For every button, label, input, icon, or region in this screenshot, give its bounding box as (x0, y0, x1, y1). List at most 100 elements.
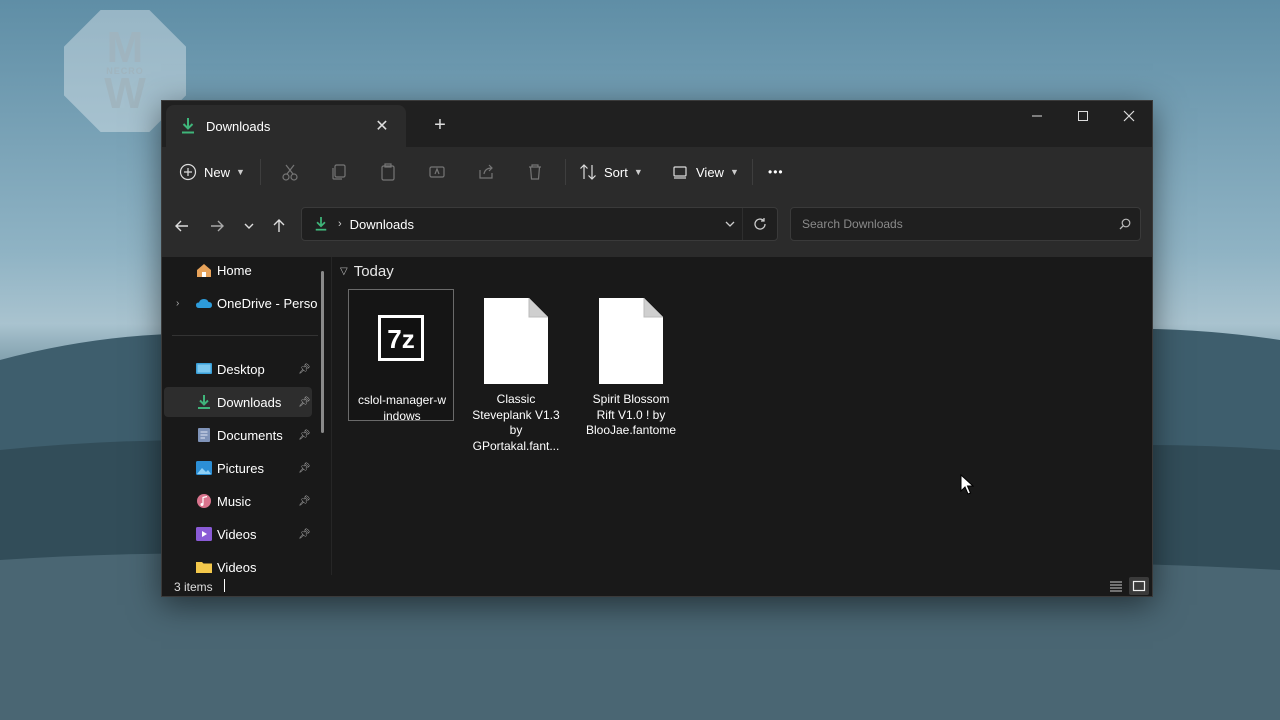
sort-icon (580, 164, 596, 180)
sidebar-item-downloads[interactable]: Downloads 📌︎ (164, 387, 312, 417)
trash-icon (529, 164, 541, 180)
minimize-button[interactable] (1014, 101, 1060, 131)
close-window-button[interactable] (1106, 101, 1152, 131)
desktop-icon (196, 363, 212, 374)
pin-icon[interactable]: 📌︎ (298, 397, 311, 408)
address-bar[interactable]: › Downloads (301, 207, 778, 241)
tab-label: Downloads (206, 118, 271, 134)
sidebar-scrollbar[interactable] (321, 271, 324, 433)
mouse-cursor-icon (960, 474, 974, 495)
folder-icon (196, 562, 212, 573)
7z-archive-icon: 7z (361, 298, 441, 378)
documents-icon (198, 428, 210, 442)
file-item-spirit-blossom-rift[interactable]: Spirit Blossom Rift V1.0 ! by BlooJae.fant… (578, 289, 684, 437)
navigation-bar: › Downloads (162, 197, 1152, 257)
breadcrumb-downloads[interactable]: Downloads (350, 217, 718, 232)
svg-text:7z: 7z (387, 324, 414, 354)
breadcrumb-separator-icon[interactable]: › (338, 218, 342, 230)
pin-icon[interactable]: 📌︎ (298, 430, 311, 441)
music-icon (197, 494, 211, 508)
chevron-down-icon: ▼ (236, 167, 245, 177)
minimize-icon (1032, 115, 1042, 117)
recent-locations-button[interactable] (234, 211, 264, 241)
chevron-right-icon[interactable]: › (176, 298, 179, 309)
details-view-icon (1110, 581, 1122, 592)
title-bar: Downloads ✕ + (162, 101, 1152, 147)
search-icon[interactable] (1110, 218, 1140, 230)
share-button[interactable] (470, 156, 502, 188)
arrow-up-icon (273, 219, 285, 232)
new-button[interactable]: New ▼ (172, 156, 245, 188)
paste-button[interactable] (372, 156, 404, 188)
search-input[interactable] (800, 216, 1110, 232)
back-button[interactable] (167, 211, 197, 241)
sidebar-item-home[interactable]: Home (164, 255, 312, 285)
chevron-down-icon (725, 221, 735, 227)
rename-button[interactable] (421, 156, 453, 188)
file-explorer-window: Downloads ✕ + New ▼ Sort ▼ View ▼ ••• › … (161, 100, 1153, 597)
file-list: ▽ Today 7z cslol-manager-w indows Classic… (332, 257, 1152, 573)
file-name: Classic Steveplank V1.3 by GPortakal.fant..… (472, 392, 560, 453)
group-label: Today (353, 263, 394, 280)
close-icon (1123, 110, 1135, 122)
close-tab-button[interactable]: ✕ (370, 114, 394, 138)
sidebar-item-documents[interactable]: Documents 📌︎ (164, 420, 312, 450)
new-button-label: New (204, 164, 231, 180)
share-icon (479, 164, 493, 179)
chevron-down-icon (244, 223, 254, 229)
onedrive-icon (196, 299, 212, 308)
download-icon (182, 118, 194, 134)
status-bar: 3 items (162, 575, 1152, 597)
pin-icon[interactable]: 📌︎ (298, 463, 311, 474)
chevron-down-icon: ▽ (340, 266, 348, 277)
sort-button[interactable]: Sort ▼ (572, 156, 643, 188)
forward-button[interactable] (202, 211, 232, 241)
plus-circle-icon (179, 163, 197, 181)
cut-button[interactable] (274, 156, 306, 188)
paste-icon (381, 163, 395, 181)
maximize-icon (1078, 111, 1088, 121)
sidebar-item-music[interactable]: Music 📌︎ (164, 486, 312, 516)
maximize-button[interactable] (1060, 101, 1106, 131)
toolbar-divider (260, 159, 261, 185)
pin-icon[interactable]: 📌︎ (298, 529, 311, 540)
delete-button[interactable] (519, 156, 551, 188)
address-history-button[interactable] (718, 218, 742, 230)
large-icons-view-button[interactable] (1129, 577, 1149, 595)
sidebar-item-onedrive[interactable]: › OneDrive - Persor (164, 288, 317, 318)
pictures-icon (196, 461, 212, 475)
new-tab-button[interactable]: + (428, 113, 452, 137)
refresh-button[interactable] (742, 208, 777, 240)
tab-downloads[interactable]: Downloads ✕ (166, 105, 406, 147)
file-icon (484, 298, 548, 384)
toolbar-divider (565, 159, 566, 185)
file-item-cslol-manager[interactable]: 7z cslol-manager-w indows (348, 289, 454, 423)
arrow-right-icon (211, 220, 224, 232)
more-options-button[interactable]: ••• (762, 156, 784, 188)
navigation-pane: Home › OneDrive - Persor Desktop 📌︎ Down… (162, 255, 326, 575)
view-button[interactable]: View ▼ (664, 156, 739, 188)
refresh-icon (754, 218, 766, 230)
more-icon: ••• (768, 165, 784, 179)
arrow-left-icon (175, 220, 188, 232)
chevron-down-icon: ▼ (633, 167, 643, 177)
details-view-button[interactable] (1106, 577, 1126, 595)
pin-icon[interactable]: 📌︎ (298, 496, 311, 507)
item-count: 3 items (174, 580, 213, 594)
sidebar-item-videos[interactable]: Videos 📌︎ (164, 519, 312, 549)
toolbar-divider (752, 159, 753, 185)
up-button[interactable] (264, 211, 294, 241)
group-header-today[interactable]: ▽ Today (340, 263, 394, 280)
file-item-classic-steveplank[interactable]: Classic Steveplank V1.3 by GPortakal.fant..… (463, 289, 569, 453)
sidebar-item-pictures[interactable]: Pictures 📌︎ (164, 453, 312, 483)
copy-button[interactable] (323, 156, 355, 188)
sidebar-divider (172, 335, 318, 336)
status-divider (224, 579, 225, 592)
sidebar-item-desktop[interactable]: Desktop 📌︎ (164, 354, 312, 384)
search-box[interactable] (790, 207, 1141, 241)
rename-icon (429, 166, 445, 178)
home-icon (197, 264, 211, 277)
chevron-down-icon: ▼ (729, 167, 739, 177)
sort-button-label: Sort (604, 164, 628, 180)
pin-icon[interactable]: 📌︎ (298, 364, 311, 375)
